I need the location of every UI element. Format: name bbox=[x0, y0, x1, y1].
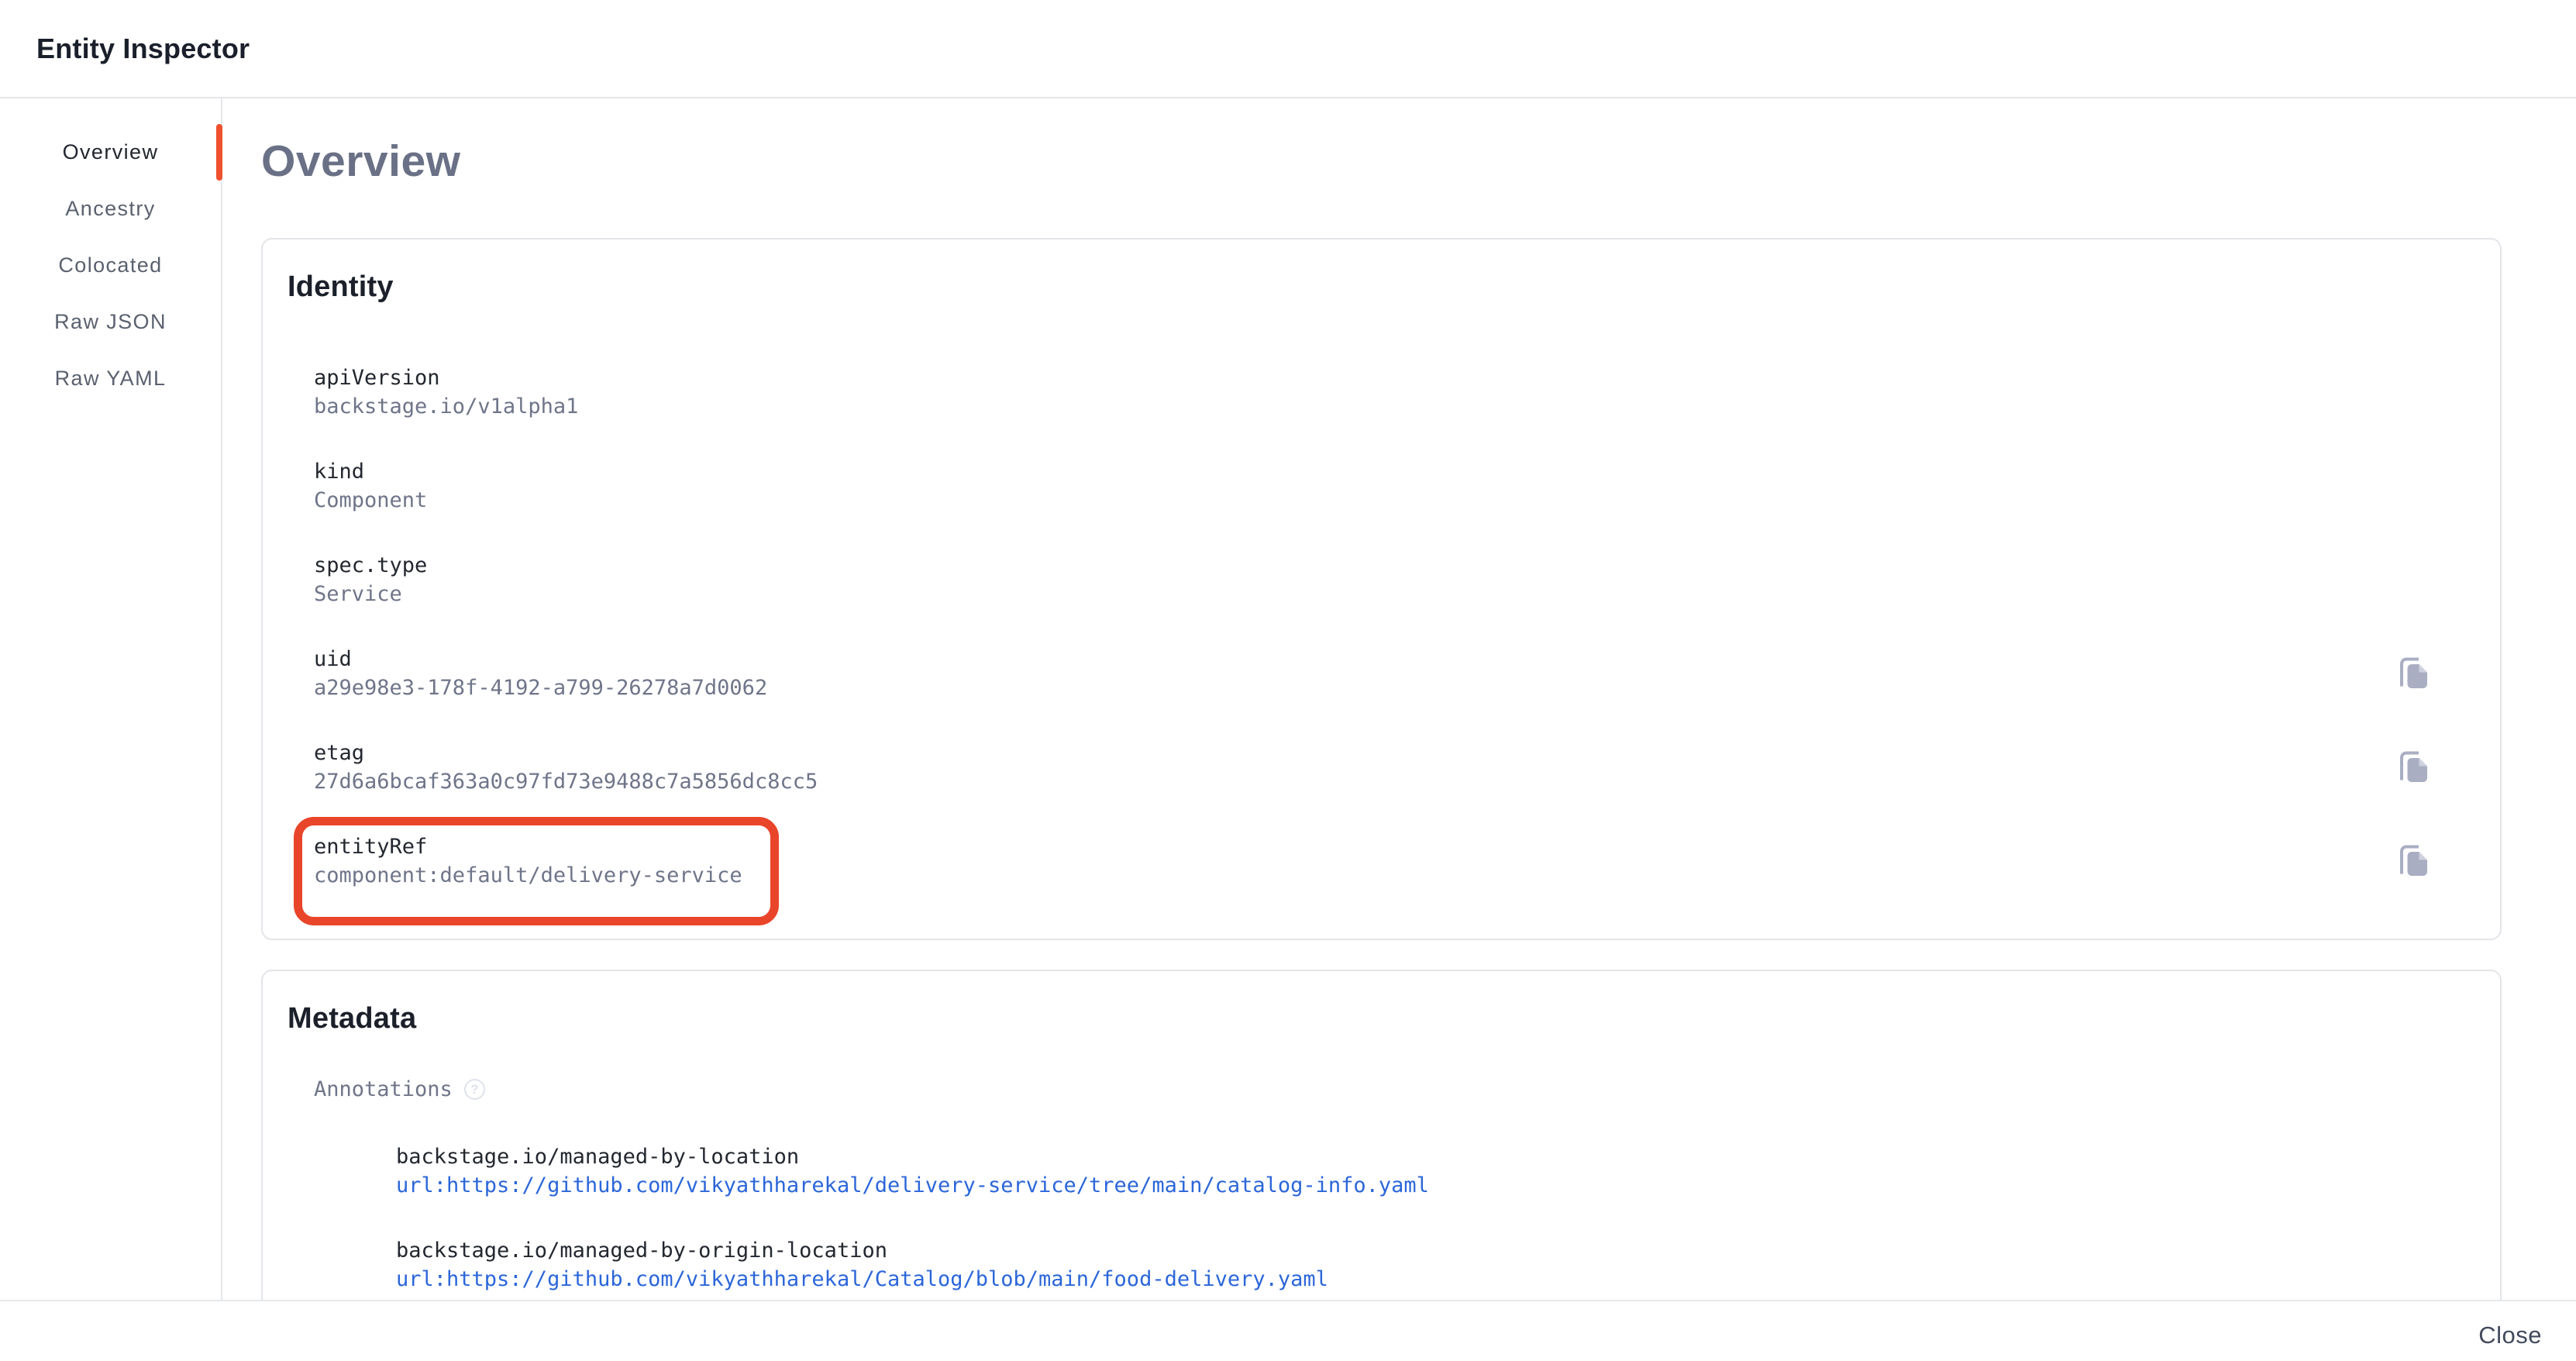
field-label: spec.type bbox=[314, 551, 427, 580]
copy-button[interactable] bbox=[2396, 843, 2432, 879]
field-value: backstage.io/v1alpha1 bbox=[314, 392, 578, 421]
entity-inspector-dialog: Entity Inspector Overview Ancestry Coloc… bbox=[0, 0, 2576, 1361]
sidebar: Overview Ancestry Colocated Raw JSON Raw… bbox=[0, 98, 222, 1300]
annotations-label: Annotations bbox=[314, 1075, 453, 1104]
sidebar-tab[interactable]: Raw YAML bbox=[0, 350, 221, 407]
copy-icon bbox=[2396, 656, 2432, 691]
field-row: entityRef component:default/delivery-ser… bbox=[314, 832, 2471, 890]
sidebar-tab-label: Ancestry bbox=[65, 197, 155, 221]
field-label: etag bbox=[314, 739, 818, 767]
field-label: kind bbox=[314, 457, 427, 486]
field-value: a29e98e3-178f-4192-a799-26278a7d0062 bbox=[314, 674, 767, 702]
main-content: Overview Identity apiVersion backstage.i… bbox=[222, 98, 2576, 1300]
help-icon[interactable]: ? bbox=[464, 1079, 485, 1100]
annotations-header: Annotations ? bbox=[288, 1075, 2471, 1104]
identity-card-title: Identity bbox=[288, 267, 2471, 306]
copy-icon bbox=[2396, 749, 2432, 785]
dialog-footer: Close bbox=[0, 1300, 2576, 1361]
sidebar-tab[interactable]: Overview bbox=[0, 124, 221, 181]
field-value: Service bbox=[314, 580, 427, 608]
metadata-card-title: Metadata bbox=[288, 999, 2471, 1038]
field-label: uid bbox=[314, 645, 767, 674]
annotation-link[interactable]: url:https://github.com/vikyathharekal/de… bbox=[396, 1171, 2471, 1200]
field-label: apiVersion bbox=[314, 364, 578, 392]
sidebar-tab-label: Raw YAML bbox=[55, 367, 167, 391]
annotation-key: backstage.io/managed-by-location bbox=[396, 1142, 2471, 1171]
metadata-card: Metadata Annotations ? backstage.io/mana… bbox=[261, 970, 2502, 1300]
identity-card: Identity apiVersion backstage.io/v1alpha… bbox=[261, 238, 2502, 940]
sidebar-tab-label: Overview bbox=[63, 140, 159, 164]
close-button[interactable]: Close bbox=[2475, 1314, 2545, 1349]
annotation-row: backstage.io/managed-by-origin-location … bbox=[396, 1236, 2471, 1294]
sidebar-tab[interactable]: Ancestry bbox=[0, 181, 221, 237]
annotation-key: backstage.io/managed-by-origin-location bbox=[396, 1236, 2471, 1265]
field-value: Component bbox=[314, 486, 427, 515]
sidebar-tab[interactable]: Raw JSON bbox=[0, 294, 221, 350]
field-row: apiVersion backstage.io/v1alpha1 bbox=[314, 364, 2471, 421]
sidebar-tab-label: Colocated bbox=[58, 253, 162, 277]
page-title: Overview bbox=[261, 130, 2576, 192]
field-label: entityRef bbox=[314, 832, 742, 861]
annotations-list: backstage.io/managed-by-location url:htt… bbox=[288, 1142, 2471, 1294]
dialog-title: Entity Inspector bbox=[36, 33, 250, 65]
copy-icon bbox=[2396, 843, 2432, 879]
annotation-link[interactable]: url:https://github.com/vikyathharekal/Ca… bbox=[396, 1265, 2471, 1294]
field-value: component:default/delivery-service bbox=[314, 861, 742, 890]
field-row: kind Component bbox=[314, 457, 2471, 515]
field-value: 27d6a6bcaf363a0c97fd73e9488c7a5856dc8cc5 bbox=[314, 767, 818, 796]
sidebar-tab-label: Raw JSON bbox=[54, 310, 167, 334]
identity-fields: apiVersion backstage.io/v1alpha1 kind Co… bbox=[288, 364, 2471, 890]
copy-button[interactable] bbox=[2396, 656, 2432, 691]
dialog-header: Entity Inspector bbox=[0, 0, 2576, 98]
annotation-row: backstage.io/managed-by-location url:htt… bbox=[396, 1142, 2471, 1200]
field-row: etag 27d6a6bcaf363a0c97fd73e9488c7a5856d… bbox=[314, 739, 2471, 796]
field-row: uid a29e98e3-178f-4192-a799-26278a7d0062 bbox=[314, 645, 2471, 702]
field-row: spec.type Service bbox=[314, 551, 2471, 608]
dialog-body: Overview Ancestry Colocated Raw JSON Raw… bbox=[0, 98, 2576, 1300]
copy-button[interactable] bbox=[2396, 749, 2432, 785]
sidebar-tab[interactable]: Colocated bbox=[0, 237, 221, 294]
